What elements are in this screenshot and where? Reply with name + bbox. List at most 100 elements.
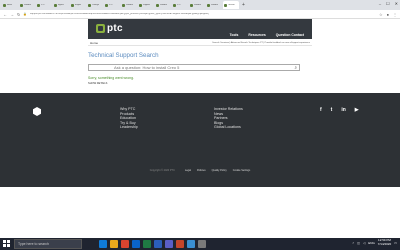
edge-icon[interactable] (99, 240, 107, 248)
forward-icon[interactable]: → (10, 12, 14, 17)
tab-favicon-icon (207, 3, 210, 7)
outlook-icon[interactable] (132, 240, 140, 248)
browser-tab[interactable]: Engine (70, 1, 86, 9)
browser-tab[interactable]: Windchi (19, 1, 35, 9)
browser-tab[interactable]: Change (87, 1, 103, 9)
browser-tab[interactable]: PTC (104, 1, 120, 9)
page-title: Technical Support Search (88, 52, 159, 59)
tab-label: Technic (228, 4, 235, 6)
tab-favicon-icon (122, 3, 125, 7)
tab-label: Windchi (194, 4, 202, 6)
show-details-link[interactable]: SHOW DETAILS (88, 82, 107, 85)
star-icon[interactable]: ☆ (379, 12, 383, 17)
search-icon[interactable]: ⌕ (294, 65, 297, 70)
cookie-settings-link[interactable]: Cookie Settings (233, 169, 251, 172)
header-nav: Tools Resources Question Contact (88, 31, 312, 39)
footer-link[interactable]: Investor Relations (214, 107, 243, 112)
windows-start-icon[interactable] (3, 240, 11, 248)
twitter-icon[interactable]: t (331, 107, 333, 113)
tab-label: Inbox (7, 4, 12, 6)
browser-tab[interactable]: Windchi (206, 1, 222, 9)
powerpoint-icon[interactable] (176, 240, 184, 248)
footer-link[interactable]: Why PTC (120, 107, 138, 112)
app-icon[interactable] (198, 240, 206, 248)
browser-tab[interactable]: Support (138, 1, 154, 9)
language-indicator[interactable]: ENG (368, 241, 375, 245)
tab-favicon-icon (71, 3, 74, 7)
footer-link[interactable]: Leadership (120, 125, 138, 130)
tab-label: PTC (41, 4, 45, 6)
browser-tab[interactable]: Windchi (189, 1, 205, 9)
teams-icon[interactable] (165, 240, 173, 248)
linkedin-icon[interactable]: in (341, 107, 345, 113)
chrome-icon[interactable] (121, 240, 129, 248)
tab-favicon-icon (224, 3, 227, 7)
policies-link[interactable]: Policies (197, 169, 206, 172)
browser-tab[interactable]: Windchi (155, 1, 171, 9)
tab-label: Engine (75, 4, 82, 6)
browser-tab[interactable]: applica (53, 1, 69, 9)
tab-label: PTC (177, 4, 181, 6)
browser-tab[interactable]: PTC (172, 1, 188, 9)
browser-tab[interactable]: Inbox (2, 1, 18, 9)
network-icon[interactable]: ◫ (357, 241, 360, 245)
legal-link[interactable]: Legal (185, 169, 191, 172)
close-button[interactable]: ✕ (395, 1, 398, 6)
footer-link[interactable]: Global Locations (214, 125, 243, 130)
tab-favicon-icon (88, 3, 91, 7)
search-input[interactable] (114, 65, 264, 70)
tab-label: Windchi (211, 4, 219, 6)
tray-chevron-icon[interactable]: ˄ (352, 241, 354, 245)
app-icon[interactable] (187, 240, 195, 248)
new-tab-button[interactable]: + (242, 1, 245, 9)
tab-favicon-icon (173, 3, 176, 7)
explorer-icon[interactable] (110, 240, 118, 248)
footer-logo-icon[interactable] (33, 107, 41, 116)
window-controls: – ☐ ✕ (379, 1, 398, 6)
nav-contact[interactable]: Question Contact (276, 33, 304, 37)
browser-tab[interactable]: Windchi (121, 1, 137, 9)
quality-policy-link[interactable]: Quality Policy (212, 169, 227, 172)
minimize-button[interactable]: – (379, 1, 381, 6)
footer-column-2: Investor Relations News Partners Blogs G… (214, 107, 243, 130)
profile-icon[interactable]: ● (387, 12, 389, 17)
tab-favicon-icon (3, 3, 6, 7)
browser-tab[interactable]: Technic (223, 1, 239, 9)
tab-label: Windchi (126, 4, 134, 6)
clock-date: 7/14/2020 (377, 241, 392, 246)
volume-icon[interactable]: ◁ (363, 241, 365, 245)
footer-column-1: Why PTC Products Education Try & Buy Lea… (120, 107, 138, 130)
word-icon[interactable] (154, 240, 162, 248)
tab-favicon-icon (105, 3, 108, 7)
facebook-icon[interactable]: f (320, 107, 322, 113)
nav-resources[interactable]: Resources (248, 33, 265, 37)
maximize-button[interactable]: ☐ (386, 1, 390, 6)
excel-icon[interactable] (143, 240, 151, 248)
lock-icon: 🔒 (23, 12, 28, 16)
tab-label: Change (92, 4, 100, 6)
site-footer: Why PTC Products Education Try & Buy Lea… (0, 93, 400, 187)
menu-icon[interactable]: ⋮ (393, 12, 397, 17)
tab-label: Windchi (160, 4, 168, 6)
footer-bottom: Copyright © 2020 PTC Legal Policies Qual… (0, 169, 400, 172)
tab-favicon-icon (20, 3, 23, 7)
taskbar-search-input[interactable]: Type here to search (14, 239, 82, 249)
home-link[interactable]: Home (90, 41, 98, 45)
tab-favicon-icon (37, 3, 40, 7)
search-box: ⌕ (88, 64, 300, 71)
error-message: Sorry, something went wrong. (88, 76, 135, 80)
subnav-links[interactable]: Search Overview | Advanced Search Techni… (212, 42, 312, 44)
reload-icon[interactable]: ↻ (17, 12, 20, 17)
copyright: Copyright © 2020 PTC (149, 169, 175, 172)
tab-favicon-icon (190, 3, 193, 7)
youtube-icon[interactable]: ▶ (355, 107, 359, 113)
nav-tools[interactable]: Tools (230, 33, 239, 37)
url-field[interactable]: support.ptc.com/search/?k=https://www.pt… (30, 13, 330, 15)
task-view-icon[interactable] (88, 240, 96, 248)
notifications-icon[interactable]: ▭ (394, 241, 397, 245)
browser-tab[interactable]: PTC (36, 1, 52, 9)
clock[interactable]: 12:59 PM 7/14/2020 (377, 238, 392, 247)
back-icon[interactable]: ← (3, 12, 7, 17)
web-page: ptc Tools Resources Question Contact Hom… (0, 19, 400, 241)
tab-label: applica (58, 4, 65, 6)
